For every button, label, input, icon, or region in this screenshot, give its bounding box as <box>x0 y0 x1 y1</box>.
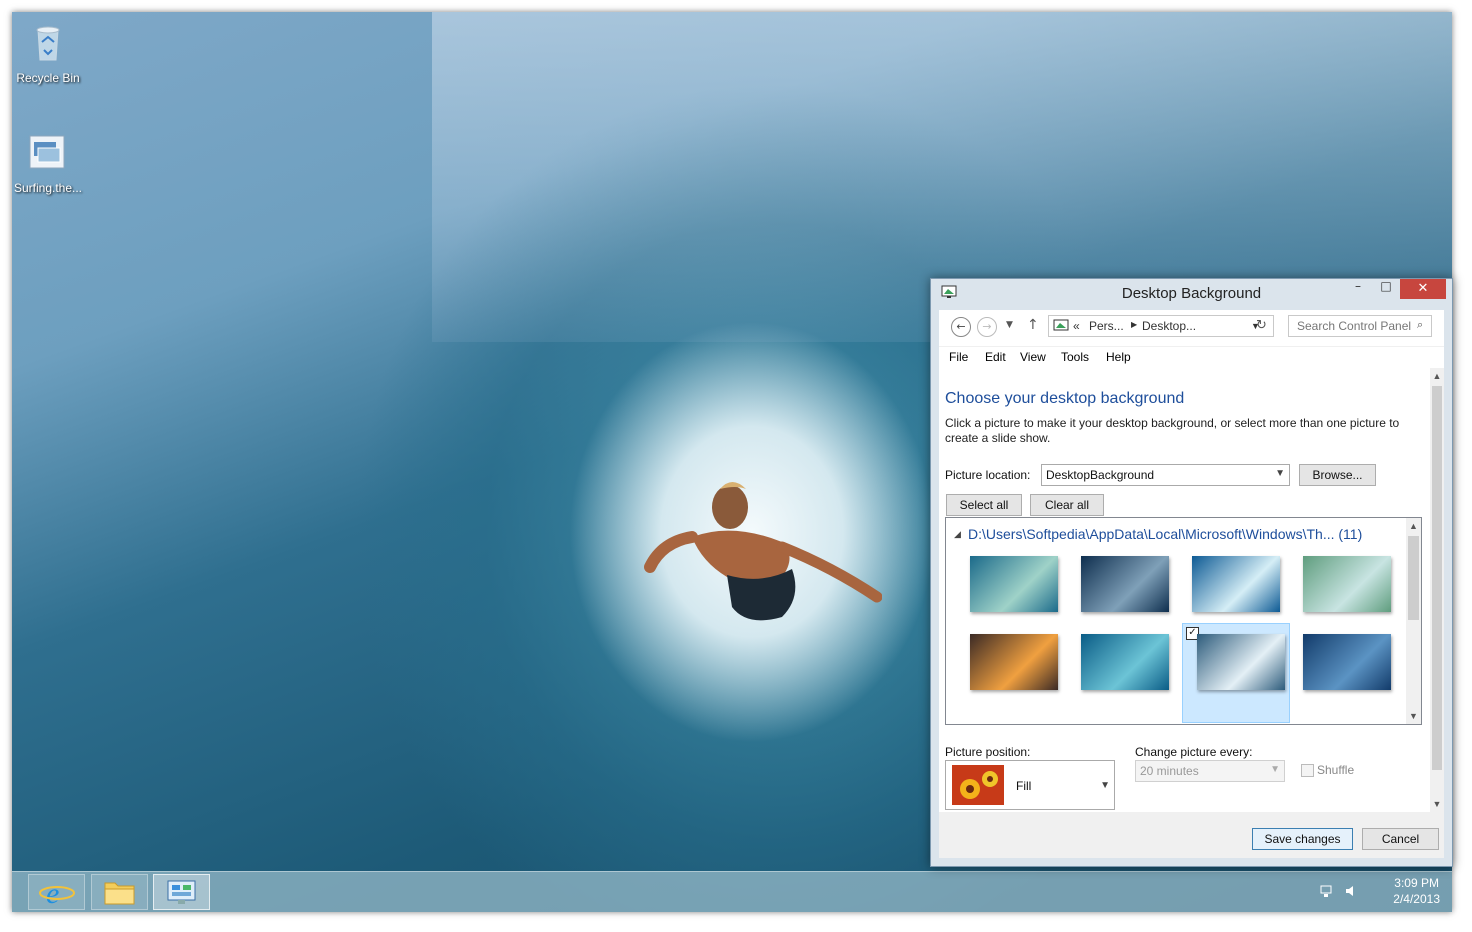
menu-help[interactable]: Help <box>1106 350 1131 364</box>
recycle-bin-icon <box>36 26 60 61</box>
svg-text:e: e <box>46 877 59 909</box>
menu-edit[interactable]: Edit <box>985 350 1006 364</box>
change-picture-value: 20 minutes <box>1140 764 1199 778</box>
picture-position-label: Picture position: <box>945 745 1031 759</box>
clock-date: 2/4/2013 <box>1393 892 1440 906</box>
scroll-down-icon[interactable]: ▼ <box>1406 711 1421 721</box>
forward-button[interactable]: → <box>977 317 997 337</box>
address-row: ← → ▼ ↑ « Pers... ▶ Desktop... ▼ ↻ Searc… <box>939 310 1444 347</box>
address-bar[interactable]: « Pers... ▶ Desktop... ▼ <box>1048 315 1274 337</box>
scrollbar-thumb[interactable] <box>1432 386 1442 770</box>
search-input[interactable]: Search Control Panel <box>1288 315 1432 337</box>
minimize-button[interactable]: – <box>1346 279 1370 299</box>
page-description: Click a picture to make it your desktop … <box>945 416 1400 445</box>
clear-all-button[interactable]: Clear all <box>1030 494 1104 516</box>
volume-icon[interactable] <box>1344 884 1358 898</box>
picture-position-select[interactable]: Fill ▼ <box>945 760 1115 810</box>
surfing-theme-label: Surfing.the... <box>13 181 83 195</box>
internet-explorer-icon: e <box>39 877 75 910</box>
control-panel-icon <box>167 880 196 904</box>
surfing-theme-shortcut[interactable]: Surfing.the... <box>12 130 88 195</box>
taskbar: e 3:09 PM 2/4/2013 <box>12 871 1452 912</box>
window-titlebar[interactable]: Desktop Background – □ ✕ <box>931 279 1452 309</box>
desktop-background-window: Desktop Background – □ ✕ ← → ▼ ↑ « Pers.… <box>930 278 1453 867</box>
recycle-bin-shortcut[interactable]: Recycle Bin <box>12 20 88 85</box>
clock-time: 3:09 PM <box>1394 876 1439 890</box>
select-all-button[interactable]: Select all <box>946 494 1022 516</box>
main-content: Choose your desktop background Click a p… <box>939 368 1444 812</box>
picture-list-scrollbar[interactable]: ▲ ▼ <box>1406 518 1421 724</box>
thumbnail-7[interactable]: ✓ <box>1182 623 1290 723</box>
content-scrollbar[interactable]: ▲ ▼ <box>1430 368 1444 812</box>
network-icon[interactable] <box>1319 884 1333 898</box>
flower-preview-icon <box>952 765 1004 805</box>
thumbnail-image <box>1197 634 1285 690</box>
collapse-group-icon[interactable]: ◢ <box>954 529 961 540</box>
search-icon[interactable]: ⌕ <box>1417 318 1423 332</box>
recycle-bin-label: Recycle Bin <box>16 71 80 85</box>
chevron-down-icon: ▼ <box>1275 468 1285 479</box>
page-title: Choose your desktop background <box>945 390 1185 407</box>
folder-icon <box>104 882 135 905</box>
close-button[interactable]: ✕ <box>1400 279 1446 299</box>
maximize-button[interactable]: □ <box>1374 279 1398 299</box>
taskbar-internet-explorer[interactable]: e <box>28 874 85 910</box>
taskbar-file-explorer[interactable] <box>91 874 148 910</box>
scroll-down-icon[interactable]: ▼ <box>1430 799 1444 809</box>
menu-view[interactable]: View <box>1020 350 1046 364</box>
back-button[interactable]: ← <box>951 317 971 337</box>
breadcrumb-personalization[interactable]: Pers... <box>1089 319 1124 333</box>
chevron-down-icon: ▼ <box>1270 764 1280 775</box>
thumbnail-image <box>1303 634 1391 690</box>
up-arrow-icon[interactable]: ↑ <box>1027 317 1039 333</box>
folder-group-header[interactable]: D:\Users\Softpedia\AppData\Local\Microso… <box>968 526 1362 542</box>
taskbar-clock[interactable]: 3:09 PM 2/4/2013 <box>1393 875 1440 907</box>
scroll-up-icon[interactable]: ▲ <box>1406 518 1421 531</box>
picture-list: ◢ D:\Users\Softpedia\AppData\Local\Micro… <box>945 517 1422 725</box>
dialog-footer: Save changes Cancel <box>939 812 1444 858</box>
breadcrumb-desktop-background[interactable]: Desktop... <box>1142 319 1196 333</box>
wallpaper-surfer <box>644 482 882 621</box>
thumbnail-5[interactable] <box>956 624 1064 724</box>
shuffle-label: Shuffle <box>1317 763 1355 777</box>
theme-pack-icon <box>29 135 65 169</box>
thumbnail-image <box>970 634 1058 690</box>
change-picture-label: Change picture every: <box>1135 745 1253 759</box>
menu-bar: File Edit View Tools Help <box>939 346 1444 368</box>
control-panel-icon <box>1053 319 1069 331</box>
menu-file[interactable]: File <box>949 350 968 364</box>
picture-location-select[interactable]: DesktopBackground ▼ <box>1041 464 1290 486</box>
scroll-up-icon[interactable]: ▲ <box>1430 368 1444 381</box>
change-picture-select[interactable]: 20 minutes ▼ <box>1135 760 1285 782</box>
menu-tools[interactable]: Tools <box>1061 350 1089 364</box>
thumbnail-image <box>970 556 1058 612</box>
thumbnail-image <box>1192 556 1280 612</box>
breadcrumb-chevron: « <box>1073 319 1080 333</box>
scrollbar-thumb[interactable] <box>1408 536 1419 620</box>
chevron-down-icon: ▼ <box>1100 780 1110 791</box>
thumbnail-image <box>1081 556 1169 612</box>
breadcrumb-separator-icon: ▶ <box>1131 320 1138 329</box>
picture-position-value: Fill <box>1016 779 1032 793</box>
taskbar-control-panel[interactable] <box>153 874 210 910</box>
cancel-button[interactable]: Cancel <box>1362 828 1439 850</box>
browse-button[interactable]: Browse... <box>1299 464 1376 486</box>
recent-pages-chevron-icon[interactable]: ▼ <box>1006 320 1013 330</box>
window-client: ← → ▼ ↑ « Pers... ▶ Desktop... ▼ ↻ Searc… <box>939 310 1444 858</box>
refresh-icon[interactable]: ↻ <box>1256 318 1267 333</box>
thumbnail-6[interactable] <box>1067 624 1175 724</box>
thumbnail-8[interactable] <box>1289 624 1397 724</box>
picture-location-value: DesktopBackground <box>1046 468 1155 482</box>
save-changes-button[interactable]: Save changes <box>1252 828 1353 850</box>
shuffle-checkbox[interactable] <box>1301 764 1314 777</box>
thumbnail-image <box>1303 556 1391 612</box>
thumbnail-image <box>1081 634 1169 690</box>
picture-location-label: Picture location: <box>945 468 1031 482</box>
